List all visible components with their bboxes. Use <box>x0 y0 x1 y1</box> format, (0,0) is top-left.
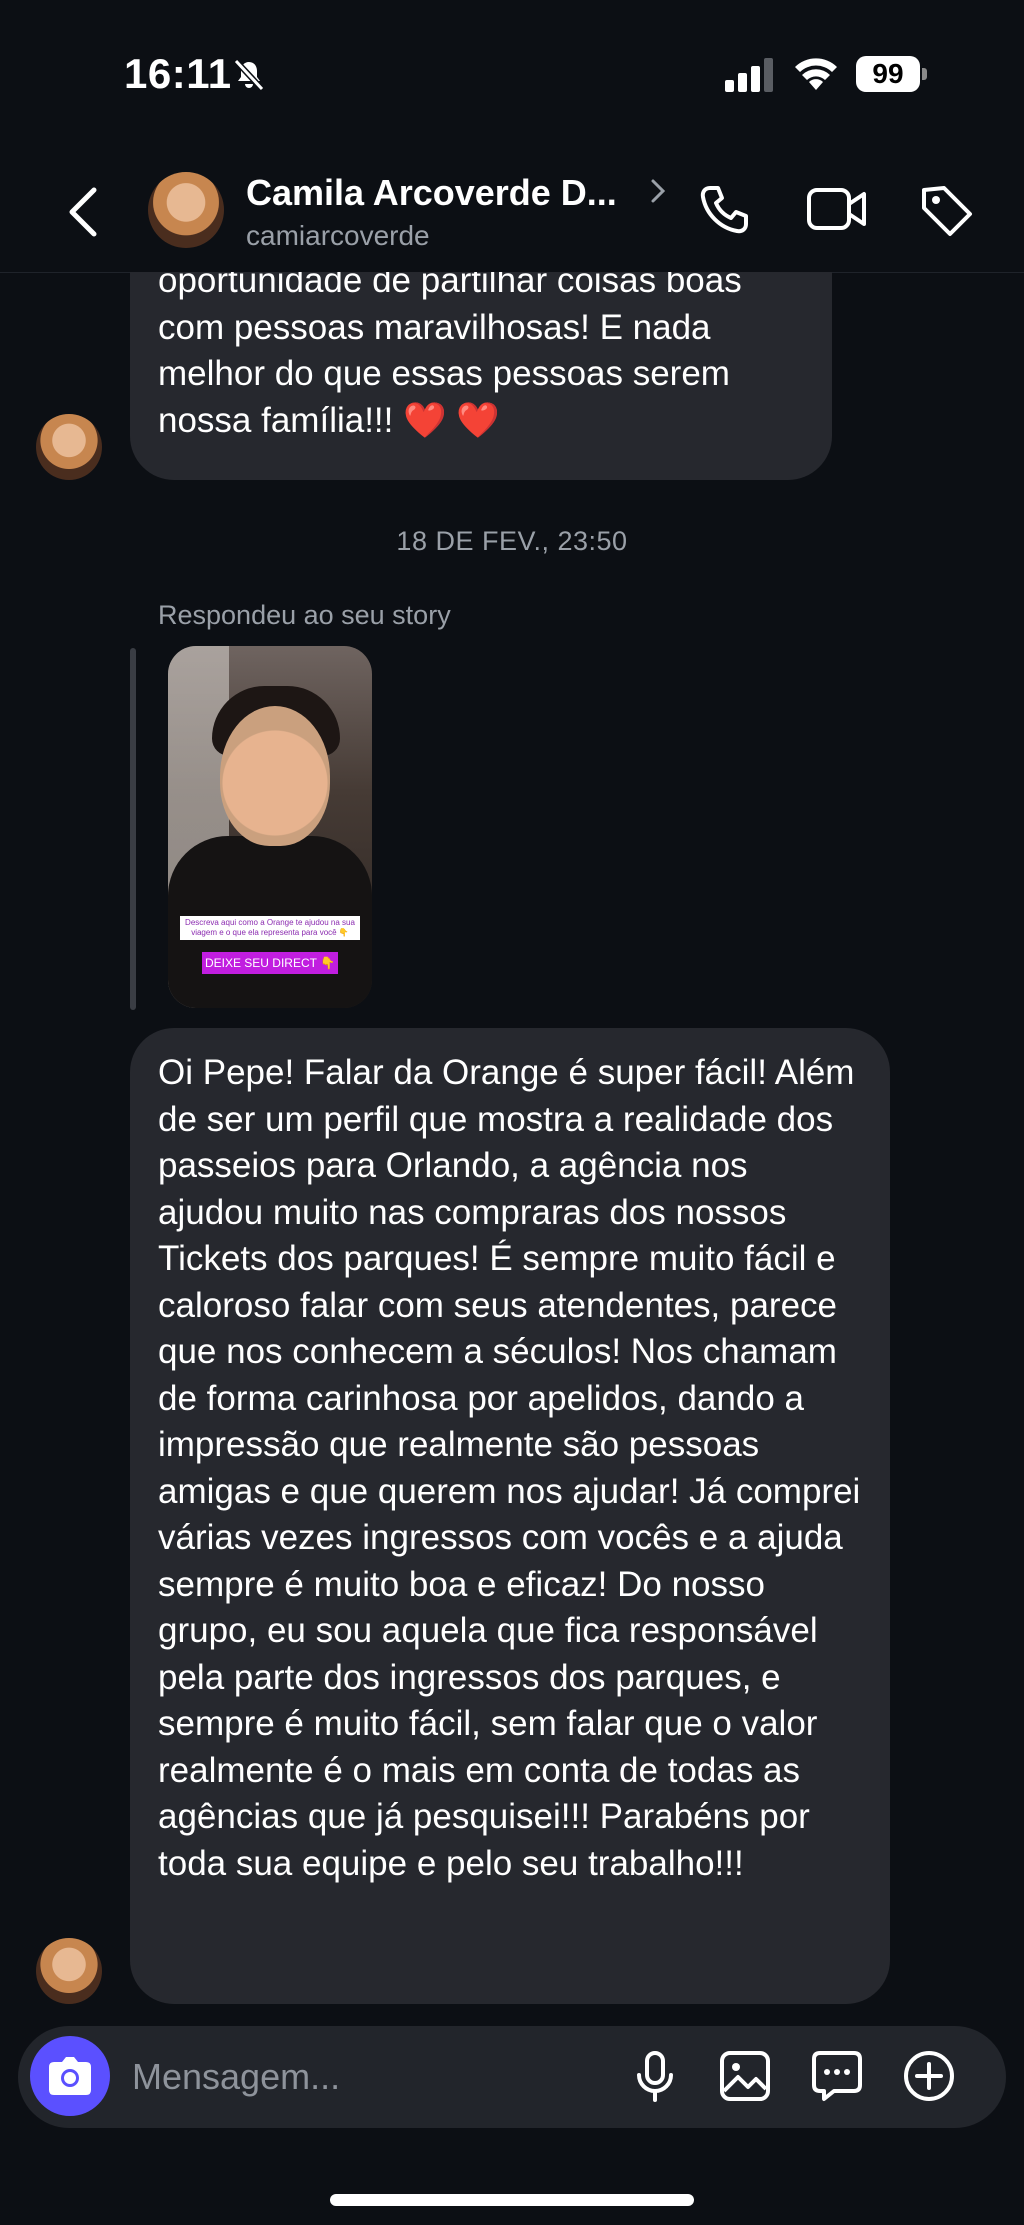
reply-indicator-bar <box>130 648 136 1010</box>
contact-username[interactable]: camiarcoverde <box>246 220 430 252</box>
story-caption: Descreva aqui como a Orange te ajudou na… <box>180 916 360 940</box>
gallery-icon[interactable] <box>718 2049 772 2103</box>
tag-icon[interactable] <box>918 182 974 238</box>
add-plus-icon[interactable] <box>902 2049 956 2103</box>
bell-muted-icon <box>233 58 265 92</box>
message-text: Oi Pepe! Falar da Orange é super fácil! … <box>158 1053 861 1883</box>
contact-avatar[interactable] <box>148 172 224 248</box>
sender-avatar[interactable] <box>36 1938 102 2004</box>
date-separator: 18 DE FEV., 23:50 <box>396 526 628 556</box>
story-thumbnail[interactable]: Descreva aqui como a Orange te ajudou na… <box>168 646 372 1008</box>
message-input[interactable] <box>130 2050 574 2104</box>
battery-indicator: 99 <box>856 56 928 92</box>
sender-avatar[interactable] <box>36 414 102 480</box>
camera-icon <box>49 2057 91 2095</box>
story-cta: DEIXE SEU DIRECT 👇 <box>202 952 338 974</box>
back-chevron-icon[interactable] <box>64 186 104 238</box>
battery-level: 99 <box>872 58 904 89</box>
message-bubble-received[interactable]: Oi Pepe! Falar da Orange é super fácil! … <box>130 1028 890 2004</box>
sticker-message-icon[interactable] <box>810 2049 864 2103</box>
story-reply-label: Respondeu ao seu story <box>158 600 451 630</box>
contact-name[interactable]: Camila Arcoverde D... <box>246 172 617 214</box>
cellular-signal-icon <box>725 58 773 92</box>
video-call-icon[interactable] <box>806 184 868 234</box>
microphone-icon[interactable] <box>628 2049 682 2103</box>
message-bubble-received[interactable]: oportunidade de partilhar coisas boas co… <box>130 272 832 480</box>
home-indicator[interactable] <box>330 2194 694 2206</box>
chevron-right-icon[interactable] <box>650 178 666 204</box>
phone-call-icon[interactable] <box>696 182 752 238</box>
status-time: 16:11 <box>124 50 232 97</box>
wifi-icon <box>795 58 837 90</box>
camera-button[interactable] <box>30 2036 110 2116</box>
message-text: oportunidade de partilhar coisas boas co… <box>158 272 742 440</box>
